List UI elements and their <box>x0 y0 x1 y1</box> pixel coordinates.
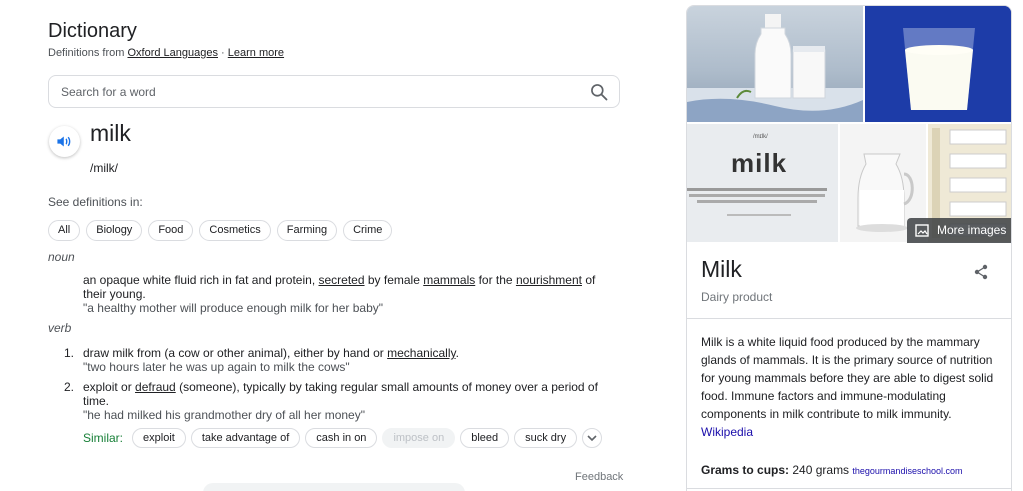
noun-definition: an opaque white fluid rich in fat and pr… <box>83 273 618 315</box>
panel-description: Milk is a white liquid food produced by … <box>701 335 994 439</box>
headword: milk <box>90 120 131 146</box>
synonym-chip[interactable]: exploit <box>132 428 186 448</box>
chevron-down-icon <box>587 435 597 442</box>
speaker-icon <box>57 136 71 147</box>
similar-words: Similar: exploit take advantage of cash … <box>83 428 603 448</box>
synonym-chip[interactable]: take advantage of <box>190 428 301 448</box>
milk-word-card-image[interactable]: /mɪlk/ milk <box>687 124 838 242</box>
link-mammals[interactable]: mammals <box>423 273 475 287</box>
glass-of-milk-image[interactable] <box>865 6 1011 122</box>
chip-farming[interactable]: Farming <box>276 220 338 241</box>
search-icon[interactable] <box>589 82 609 102</box>
see-definitions-label: See definitions in: <box>48 195 143 209</box>
grams-to-cups-fact: Grams to cups: 240 grams thegourmandises… <box>701 463 963 477</box>
panel-title: Milk <box>701 256 742 282</box>
pronunciation-speaker-button[interactable] <box>49 126 80 157</box>
link-defraud[interactable]: defraud <box>135 380 176 394</box>
synonym-chip[interactable]: suck dry <box>514 428 578 448</box>
wikipedia-link[interactable]: Wikipedia <box>701 425 753 439</box>
milk-bottle-image[interactable] <box>687 6 863 122</box>
image-grid: /mɪlk/ milk More images <box>687 6 1011 243</box>
chip-cosmetics[interactable]: Cosmetics <box>199 220 271 241</box>
knowledge-panel: /mɪlk/ milk More images Milk Dairy produ… <box>686 5 1012 491</box>
dictionary-source: Definitions from Oxford Languages · Lear… <box>48 47 285 59</box>
divider <box>687 318 1011 319</box>
synonym-chip[interactable]: bleed <box>460 428 510 448</box>
chip-food[interactable]: Food <box>148 220 194 241</box>
oxford-languages-link[interactable]: Oxford Languages <box>127 47 218 59</box>
category-chips: All Biology Food Cosmetics Farming Crime <box>48 220 393 241</box>
word-search-input[interactable] <box>61 83 571 101</box>
panel-subtitle: Dairy product <box>701 290 773 304</box>
fact-source-link[interactable]: thegourmandiseschool.com <box>852 466 962 476</box>
dictionary-title: Dictionary <box>48 20 137 42</box>
part-of-speech-noun: noun <box>48 250 75 264</box>
image-icon <box>915 224 929 237</box>
expand-synonyms-button[interactable] <box>582 428 603 448</box>
synonym-chip[interactable]: impose on <box>382 428 456 448</box>
link-mechanically[interactable]: mechanically <box>387 346 455 360</box>
phonetic: /milk/ <box>90 161 118 175</box>
definition-example: "two hours later he was up again to milk… <box>83 360 350 374</box>
divider <box>687 488 1011 489</box>
verb-definition-2: 2. exploit or defraud (someone), typical… <box>64 380 618 422</box>
definition-example: "a healthy mother will produce enough mi… <box>83 301 384 315</box>
definition-text: draw milk from (a cow or other animal), … <box>83 346 459 360</box>
part-of-speech-verb: verb <box>48 321 72 335</box>
learn-more-link[interactable]: Learn more <box>228 47 284 59</box>
definition-number: 2. <box>64 380 75 394</box>
more-button-pill[interactable] <box>203 483 465 491</box>
definition-number: 1. <box>64 346 75 360</box>
definition-text: exploit or defraud (someone), typically … <box>83 380 598 408</box>
verb-definition-1: 1. draw milk from (a cow or other animal… <box>64 346 618 374</box>
chip-crime[interactable]: Crime <box>343 220 393 241</box>
share-icon[interactable] <box>973 264 989 280</box>
definition-text: an opaque white fluid rich in fat and pr… <box>83 273 596 301</box>
link-secreted[interactable]: secreted <box>319 273 365 287</box>
feedback-link[interactable]: Feedback <box>575 471 623 483</box>
more-images-button[interactable]: More images <box>907 218 1011 243</box>
word-search-box[interactable] <box>48 75 620 108</box>
definition-example: "he had milked his grandmother dry of al… <box>83 408 365 422</box>
chip-biology[interactable]: Biology <box>86 220 143 241</box>
chip-all[interactable]: All <box>48 220 81 241</box>
similar-label: Similar: <box>83 431 124 445</box>
link-nourishment[interactable]: nourishment <box>516 273 582 287</box>
synonym-chip[interactable]: cash in on <box>305 428 378 448</box>
more-images-label: More images <box>937 223 1007 237</box>
